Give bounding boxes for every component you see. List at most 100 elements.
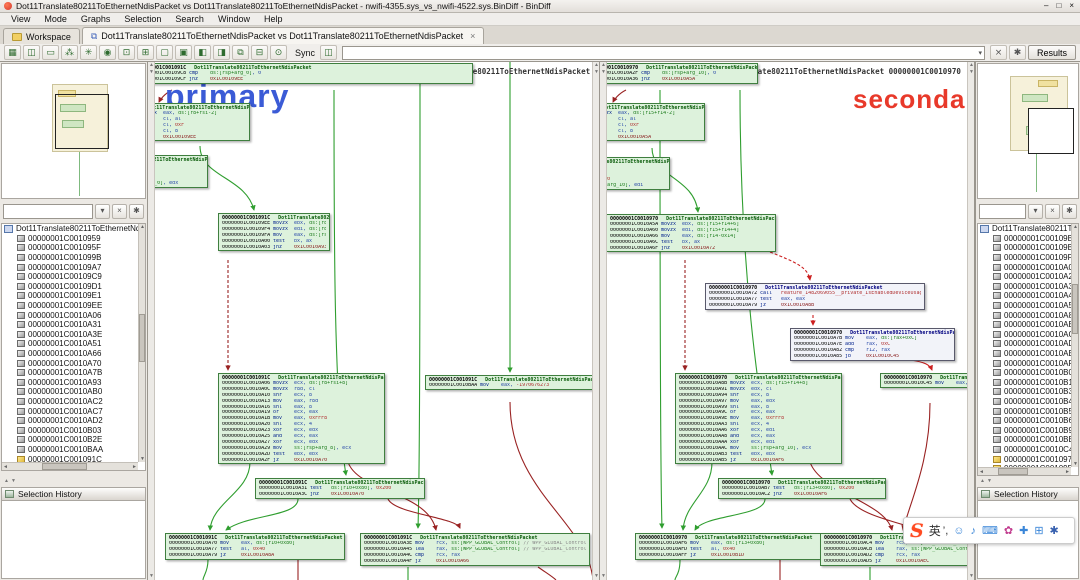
panel-splitter[interactable]: ▲▼ [977, 478, 1079, 484]
primary-basic-block-node[interactable]: 00000001C001091CDot11Translate80211ToEth… [155, 155, 208, 188]
results-button[interactable]: Results [1028, 45, 1076, 60]
primary-basic-block-node[interactable]: 00000001C001091CDot11Translate80211ToEth… [155, 103, 250, 141]
force-layout-button[interactable]: ✳ [80, 45, 97, 60]
window-layout-button[interactable]: ▦ [4, 45, 21, 60]
filter-dropdown-icon[interactable]: ▾ [1028, 204, 1043, 219]
tree-item-basicblock[interactable]: 00000001C0010A51 [2, 339, 138, 349]
tree-item-basicblock[interactable]: 00000001C00109A7 [2, 262, 138, 272]
combo-arrow-icon[interactable]: ▾ [978, 49, 984, 57]
secondary-graph-minimap[interactable] [977, 63, 1079, 199]
tree-item-basicblock[interactable]: 00000001C00109D1 [2, 282, 138, 292]
filter-gear-icon[interactable]: ✱ [129, 204, 144, 219]
tree-vscrollbar[interactable]: ▲ ▼ [138, 224, 145, 462]
settings-icon[interactable]: ✱ [1050, 525, 1059, 537]
tree-item-basicblock[interactable]: 00000001C0010BAA [2, 445, 138, 455]
secondary-basic-block-node[interactable]: 00000001C0010970Dot11Translate80211ToEth… [607, 103, 705, 141]
collapse-nodes-button[interactable]: ⊟ [251, 45, 268, 60]
minimap-viewport[interactable] [1028, 108, 1074, 154]
menu-mode[interactable]: Mode [37, 14, 74, 24]
tree-item-basicblock[interactable]: 00000001C0010BBF [978, 435, 1071, 445]
tree-item-basicblock[interactable]: 00000001C0010AC7 [2, 406, 138, 416]
tree-item-basicblock[interactable]: 00000001C0010A3E [2, 330, 138, 340]
tree-item-basicblock[interactable]: 00000001C0010B2E [2, 435, 138, 445]
tree-item-basicblock[interactable]: 00000001C00109E1 [2, 291, 138, 301]
menu-graphs[interactable]: Graphs [74, 14, 118, 24]
secondary-basic-block-node[interactable]: 00000001C0010970Dot11Translate80211ToEth… [718, 478, 886, 499]
secondary-basic-block-node[interactable]: 00000001C0010970Dot11Translate80211ToEth… [607, 214, 776, 252]
primary-graph-minimap[interactable] [1, 63, 146, 199]
tree-item-basicblock[interactable]: 00000001C0010A2F [978, 272, 1071, 282]
primary-basic-block-node[interactable]: 00000001C001091CDot11Translate80211ToEth… [218, 213, 330, 251]
fit-screen-button[interactable]: ▢ [156, 45, 173, 60]
tree-root-function[interactable]: Dot11Translate80211ToEthernetNdisPacket [2, 224, 138, 234]
tree-item-basicblock[interactable]: 00000001C0010AD2 [2, 416, 138, 426]
voice-input-icon[interactable]: ♪ [970, 525, 976, 537]
secondary-basic-block-node[interactable]: 00000001C0010970Dot11Translate80211ToEth… [607, 63, 758, 84]
toolbox-icon[interactable]: ✚ [1019, 525, 1028, 537]
tree-item-basicblock[interactable]: 00000001C0010AF6 [978, 358, 1071, 368]
tree-item-basicblock[interactable]: 00000001C0010B4F [978, 397, 1071, 407]
zoom-fit-button[interactable]: ⊞ [137, 45, 154, 60]
tree-hscrollbar[interactable]: ◄ ► [2, 462, 138, 470]
tree-item-basicblock[interactable]: 00000001C0010AC2 [2, 397, 138, 407]
minimap-viewport[interactable] [55, 94, 109, 149]
primary-graph-scrollbar[interactable]: ▲▼▼ [148, 62, 155, 580]
secondary-basic-block-node[interactable]: 00000001C0010970Dot11Translate80211ToEth… [675, 373, 842, 464]
filter-clear-icon[interactable]: × [112, 204, 127, 219]
tree-item-basicblock[interactable]: 00000001C001095F [2, 243, 138, 253]
tree-hscrollbar[interactable]: ◄ ► [978, 467, 1071, 475]
secondary-filter-input[interactable] [979, 204, 1026, 219]
tree-item-basicblock[interactable]: 00000001C0010A4A [978, 291, 1071, 301]
primary-graph-canvas[interactable]: Dot11Translate80211ToEthernetNdisPacketp… [155, 62, 592, 580]
hierarchic-layout-button[interactable]: ⁂ [61, 45, 78, 60]
tree-item-basicblock[interactable]: 00000001C00109FA [978, 253, 1071, 263]
zoom-selection-button[interactable]: ⊡ [118, 45, 135, 60]
emoji-icon[interactable]: ☺ [953, 525, 964, 537]
close-button[interactable]: × [1069, 1, 1074, 11]
tree-item-basicblock[interactable]: 00000001C0010A5A [978, 301, 1071, 311]
keyboard-icon[interactable]: ⌨ [982, 525, 998, 537]
tree-item-basicblock[interactable]: 00000001C0010AEC [978, 349, 1071, 359]
circular-layout-button[interactable]: ◉ [99, 45, 116, 60]
tree-item-basicblock[interactable]: 00000001C0010959 [2, 234, 138, 244]
clear-search-button[interactable]: × [990, 45, 1007, 60]
tree-item-basicblock[interactable]: 00000001C0010B03 [2, 425, 138, 435]
tree-item-basicblock[interactable]: 00000001C0010A31 [2, 320, 138, 330]
tree-item-basicblock[interactable]: 00000001C0010A70 [2, 358, 138, 368]
tree-item-basicblock[interactable]: 00000001C0010A06 [2, 310, 138, 320]
primary-basic-block-node[interactable]: 00000001C001091CDot11Translate80211ToEth… [165, 533, 345, 560]
menu-selection[interactable]: Selection [117, 14, 168, 24]
language-mode-icon[interactable]: 英 [929, 522, 941, 539]
primary-graph-button[interactable]: ◧ [194, 45, 211, 60]
tree-root-function[interactable]: Dot11Translate80211ToEthernetNdisPacket [978, 224, 1071, 234]
secondary-basic-block-node[interactable]: 00000001C0010970Dot11Translate80211ToEth… [880, 373, 967, 388]
tree-item-basicblock[interactable]: 00000001C0010B54 [978, 406, 1071, 416]
panel-splitter[interactable]: ▲▼ [1, 478, 146, 484]
tree-item-basicblock[interactable]: 00000001C0010A06 [978, 262, 1071, 272]
primary-basic-block-node[interactable]: 00000001C001091CDot11Translate80211ToEth… [155, 63, 473, 84]
tree-item-basicblock[interactable]: 00000001C0010AB7 [978, 320, 1071, 330]
tree-item-basicblock[interactable]: 00000001C0010A3A [978, 282, 1071, 292]
tree-item-basicblock[interactable]: 00000001C00109B3 [978, 234, 1071, 244]
apps-icon[interactable]: ⊞ [1034, 525, 1043, 537]
menu-help[interactable]: Help [257, 14, 290, 24]
sogou-logo-icon[interactable]: S [910, 521, 924, 541]
primary-basic-block-node[interactable]: 00000001C001091CDot11Translate80211ToEth… [425, 375, 592, 390]
tree-item-basicblock[interactable]: 00000001C0010B1D [978, 378, 1071, 388]
secondary-basic-block-node[interactable]: 00000001C0010970Dot11Translate80211ToEth… [635, 533, 835, 560]
secondary-graph-scrollbar[interactable]: ▲▼▼ [600, 62, 607, 580]
tree-item-basicblock[interactable]: 00000001C00109EE [2, 301, 138, 311]
tree-item-basicblock[interactable]: 00000001C001099B [2, 253, 138, 263]
primary-basic-block-node[interactable]: 00000001C001091CDot11Translate80211ToEth… [255, 478, 425, 499]
tree-item-basicblock[interactable]: 00000001C0010AD7 [978, 339, 1071, 349]
follow-node-button[interactable]: ⊙ [270, 45, 287, 60]
tree-item-basicblock[interactable]: 00000001C0010B3D [978, 387, 1071, 397]
tab-close-icon[interactable]: × [470, 31, 475, 41]
tree-item-basicblock[interactable]: 00000001C001091C [2, 454, 138, 462]
secondary-basic-block-node[interactable]: 00000001C0010970Dot11Translate80211ToEth… [790, 328, 955, 361]
menu-window[interactable]: Window [211, 14, 257, 24]
secondary-basic-block-node[interactable]: 00000001C0010970Dot11Translate80211ToEth… [705, 283, 925, 310]
primary-graph-scrollbar[interactable]: ▲▼▼ [592, 62, 599, 580]
tree-item-basicblock[interactable]: 00000001C0010A7B [2, 368, 138, 378]
single-layout-button[interactable]: ▭ [42, 45, 59, 60]
